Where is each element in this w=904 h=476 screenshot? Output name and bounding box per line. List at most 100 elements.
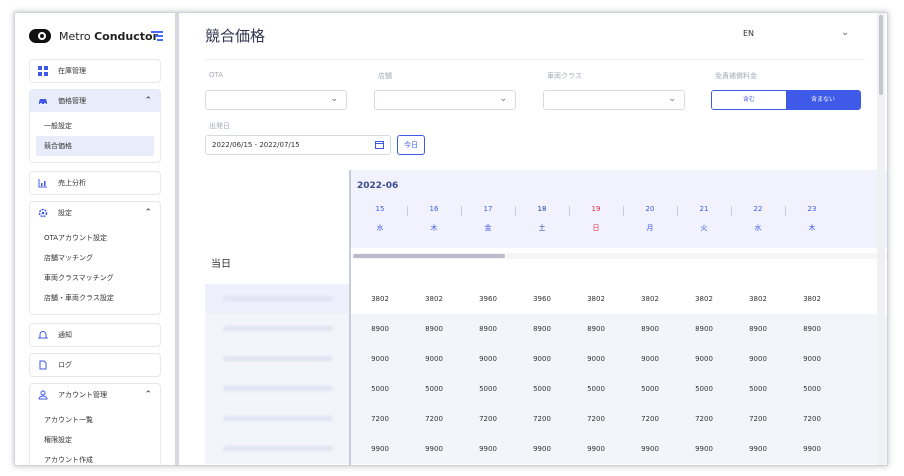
sidebar-item-pricing[interactable]: 価格管理 ⌃ (30, 90, 160, 112)
date-separator (515, 206, 516, 216)
price-cell[interactable]: 9000 (785, 355, 839, 363)
price-cell[interactable]: 9900 (677, 445, 731, 453)
price-cell[interactable]: 3802 (731, 295, 785, 303)
sidebar-subitem-account-create[interactable]: アカウント作成 (30, 450, 160, 465)
price-cell[interactable]: 7200 (407, 415, 461, 423)
price-cell[interactable]: 9900 (569, 445, 623, 453)
price-cell[interactable]: 5000 (731, 385, 785, 393)
price-cell[interactable]: 5000 (623, 385, 677, 393)
price-cell[interactable]: 7200 (353, 415, 407, 423)
price-cell[interactable]: 9900 (461, 445, 515, 453)
price-cell[interactable]: 9000 (407, 355, 461, 363)
insurance-label: 免責補償料金 (715, 72, 757, 80)
sidebar-subitem-store-vehicle-settings[interactable]: 店舗・車両クラス設定 (30, 288, 160, 308)
price-cell[interactable]: 3802 (407, 295, 461, 303)
sidebar-subitem-store-matching[interactable]: 店舗マッチング (30, 248, 160, 268)
sidebar-group-pricing: 価格管理 ⌃ 一般設定 競合価格 (29, 89, 161, 163)
month-label: 2022-06 (357, 181, 399, 191)
vehicle-class-select[interactable]: ⌄ (543, 90, 685, 110)
price-cell[interactable]: 9900 (785, 445, 839, 453)
price-cell[interactable]: 3802 (785, 295, 839, 303)
price-cell[interactable]: 5000 (461, 385, 515, 393)
price-cell[interactable]: 9900 (623, 445, 677, 453)
price-cell[interactable]: 5000 (785, 385, 839, 393)
store-select[interactable]: ⌄ (374, 90, 516, 110)
table-row-name (205, 434, 349, 464)
language-select[interactable]: EN (743, 29, 754, 38)
price-cell[interactable]: 9000 (623, 355, 677, 363)
price-cell[interactable]: 7200 (461, 415, 515, 423)
vertical-scrollbar[interactable] (877, 13, 885, 465)
date-range-input[interactable]: 2022/06/15 - 2022/07/15 (205, 135, 391, 155)
sidebar-subitem-ota-account[interactable]: OTAアカウント設定 (30, 228, 160, 248)
price-cell[interactable]: 9900 (407, 445, 461, 453)
date-label: 出発日 (209, 122, 230, 130)
price-cell[interactable]: 8900 (353, 325, 407, 333)
weekday-label: 月 (646, 224, 654, 232)
sidebar-item-logs[interactable]: ログ (29, 353, 161, 377)
price-cell[interactable]: 9000 (731, 355, 785, 363)
sidebar-item-label: 在庫管理 (58, 67, 86, 75)
sidebar-group-account: アカウント管理 ⌃ アカウント一覧 権限設定 アカウント作成 (29, 383, 161, 465)
calendar-icon[interactable] (375, 140, 384, 149)
price-cell[interactable]: 9000 (569, 355, 623, 363)
price-cell[interactable]: 9900 (353, 445, 407, 453)
chevron-down-icon[interactable]: ⌄ (841, 27, 849, 38)
sidebar-subitem-general[interactable]: 一般設定 (30, 116, 160, 136)
price-cell[interactable]: 9000 (515, 355, 569, 363)
sidebar-subitem-account-list[interactable]: アカウント一覧 (30, 410, 160, 430)
chevron-up-icon: ⌃ (144, 96, 152, 106)
sidebar-item-label: 売上分析 (58, 179, 86, 187)
price-cell[interactable]: 3802 (623, 295, 677, 303)
price-cell[interactable]: 3802 (353, 295, 407, 303)
sidebar-item-account[interactable]: アカウント管理 ⌃ (30, 384, 160, 406)
price-cell[interactable]: 7200 (731, 415, 785, 423)
price-cell[interactable]: 3802 (677, 295, 731, 303)
price-cell[interactable]: 3802 (569, 295, 623, 303)
price-cell[interactable]: 5000 (515, 385, 569, 393)
ota-select[interactable]: ⌄ (205, 90, 347, 110)
insurance-include-option[interactable]: 含む (712, 91, 786, 109)
price-cell[interactable]: 8900 (785, 325, 839, 333)
price-cell[interactable]: 5000 (677, 385, 731, 393)
price-cell[interactable]: 9900 (731, 445, 785, 453)
price-cell[interactable]: 5000 (569, 385, 623, 393)
sidebar-item-notifications[interactable]: 通知 (29, 323, 161, 347)
price-cell[interactable]: 8900 (623, 325, 677, 333)
date-separator (461, 206, 462, 216)
sidebar-item-settings[interactable]: 設定 ⌃ (30, 202, 160, 224)
today-button[interactable]: 今日 (397, 135, 425, 155)
price-cell[interactable]: 5000 (407, 385, 461, 393)
price-cell[interactable]: 8900 (461, 325, 515, 333)
sidebar-item-inventory[interactable]: 在庫管理 (29, 59, 161, 83)
price-cell[interactable]: 5000 (353, 385, 407, 393)
price-cell[interactable]: 9000 (353, 355, 407, 363)
price-cell[interactable]: 9000 (677, 355, 731, 363)
insurance-exclude-option[interactable]: 含まない (786, 91, 860, 109)
ota-label: OTA (209, 71, 224, 79)
price-cell[interactable]: 9900 (515, 445, 569, 453)
price-cell[interactable]: 7200 (623, 415, 677, 423)
price-cell[interactable]: 8900 (677, 325, 731, 333)
menu-toggle-icon[interactable] (151, 31, 163, 41)
date-number: 20 (645, 205, 655, 213)
price-cell[interactable]: 8900 (407, 325, 461, 333)
price-cell[interactable]: 7200 (677, 415, 731, 423)
sidebar-scrollbar[interactable] (175, 13, 179, 465)
sidebar-subitem-competitor-price[interactable]: 競合価格 (36, 136, 154, 156)
price-cell[interactable]: 9000 (461, 355, 515, 363)
sidebar-subitem-permissions[interactable]: 権限設定 (30, 430, 160, 450)
sidebar-subitem-vehicle-matching[interactable]: 車両クラスマッチング (30, 268, 160, 288)
sidebar-item-sales[interactable]: 売上分析 (29, 171, 161, 195)
price-cell[interactable]: 7200 (515, 415, 569, 423)
horizontal-scrollbar[interactable] (353, 254, 505, 258)
price-cell[interactable]: 3960 (461, 295, 515, 303)
price-cell[interactable]: 7200 (569, 415, 623, 423)
price-cell[interactable]: 8900 (515, 325, 569, 333)
price-cell[interactable]: 8900 (569, 325, 623, 333)
chevron-down-icon: ⌄ (668, 94, 676, 104)
table-row: 8900 8900 8900 8900 8900 8900 8900 8900 8900 (351, 314, 887, 344)
price-cell[interactable]: 7200 (785, 415, 839, 423)
price-cell[interactable]: 3960 (515, 295, 569, 303)
price-cell[interactable]: 8900 (731, 325, 785, 333)
